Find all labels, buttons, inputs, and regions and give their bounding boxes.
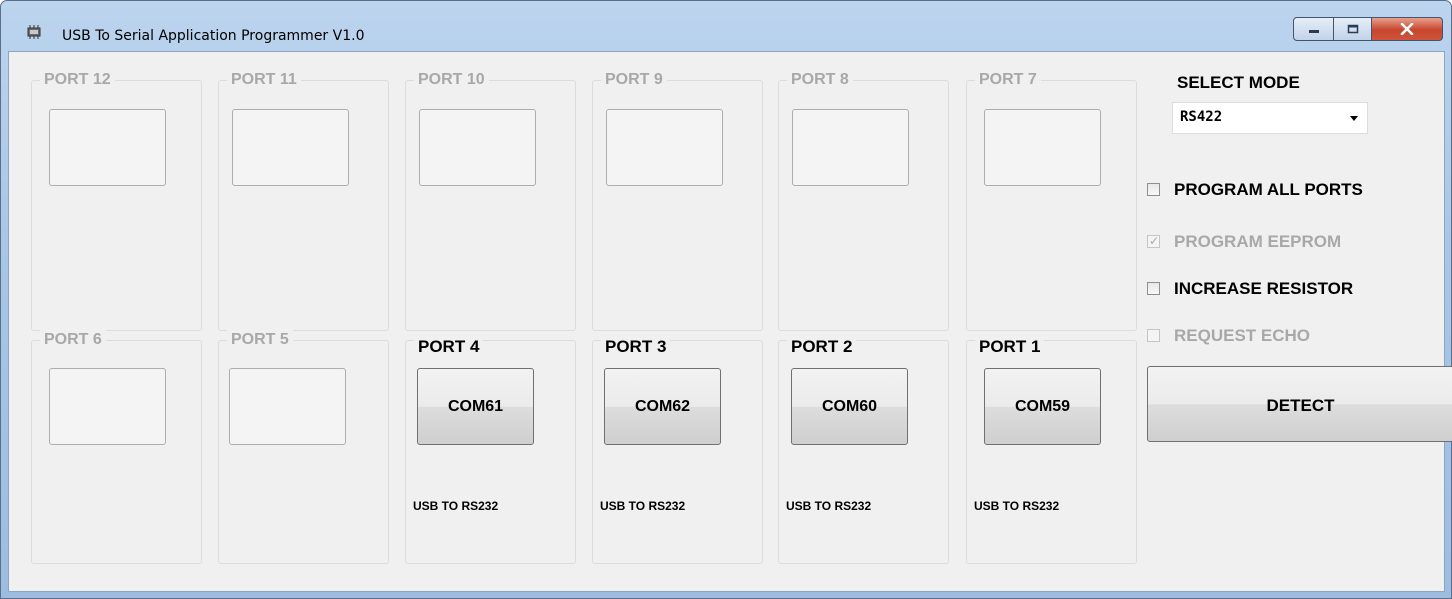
port-12-group: PORT 12 bbox=[31, 70, 202, 331]
port-3-com-button[interactable]: COM62 bbox=[604, 368, 721, 445]
port-5-label: PORT 5 bbox=[227, 330, 293, 350]
port-6-button bbox=[49, 368, 166, 445]
window-title: USB To Serial Application Programmer V1.… bbox=[62, 28, 365, 44]
port-3-label: PORT 3 bbox=[601, 337, 671, 357]
title-bar[interactable]: USB To Serial Application Programmer V1.… bbox=[1, 1, 1451, 51]
check-icon: ✓ bbox=[1149, 234, 1160, 248]
port-4-com-button[interactable]: COM61 bbox=[417, 368, 534, 445]
select-mode-label: SELECT MODE bbox=[1177, 73, 1300, 92]
app-window: USB To Serial Application Programmer V1.… bbox=[0, 0, 1452, 599]
port-8-button bbox=[792, 109, 909, 186]
mode-selected-value: RS422 bbox=[1180, 109, 1223, 125]
port-8-label: PORT 8 bbox=[787, 70, 853, 90]
port-11-label: PORT 11 bbox=[227, 70, 301, 90]
port-11-group: PORT 11 bbox=[218, 70, 389, 331]
port-1-label: PORT 1 bbox=[975, 337, 1045, 357]
port-1-com-button[interactable]: COM59 bbox=[984, 368, 1101, 445]
increase-resistor-box[interactable] bbox=[1147, 282, 1160, 295]
program-eeprom-label: PROGRAM EEPROM bbox=[1174, 232, 1342, 251]
app-chip-icon bbox=[27, 25, 41, 39]
port-9-group: PORT 9 bbox=[592, 70, 763, 331]
mode-dropdown[interactable]: RS422 bbox=[1172, 102, 1368, 134]
program-all-ports-label: PROGRAM ALL PORTS bbox=[1174, 180, 1363, 199]
port-12-button bbox=[49, 109, 166, 186]
port-2-label: PORT 2 bbox=[787, 337, 857, 357]
port-10-button bbox=[419, 109, 536, 186]
port-10-label: PORT 10 bbox=[414, 70, 489, 90]
port-12-label: PORT 12 bbox=[40, 70, 115, 90]
port-3-group: PORT 3 COM62 USB TO RS232 bbox=[592, 337, 763, 564]
detect-button[interactable]: DETECT bbox=[1147, 366, 1452, 442]
request-echo-label: REQUEST ECHO bbox=[1174, 326, 1311, 345]
increase-resistor-label: INCREASE RESISTOR bbox=[1174, 279, 1354, 298]
maximize-icon bbox=[1347, 24, 1358, 34]
port-5-group: PORT 5 bbox=[218, 330, 389, 564]
port-11-button bbox=[232, 109, 349, 186]
detect-label: DETECT bbox=[1266, 396, 1335, 415]
port-2-type: USB TO RS232 bbox=[786, 499, 872, 513]
port-1-type: USB TO RS232 bbox=[974, 499, 1060, 513]
minimize-button[interactable] bbox=[1293, 17, 1334, 41]
port-7-button bbox=[984, 109, 1101, 186]
maximize-button[interactable] bbox=[1334, 17, 1372, 41]
minimize-icon bbox=[1308, 30, 1319, 33]
program-eeprom-box: ✓ bbox=[1147, 234, 1160, 248]
main-panel: PORT 12 PORT 11 PORT 10 PORT 9 PORT 8 PO… bbox=[8, 51, 1452, 592]
port-8-group: PORT 8 bbox=[778, 70, 949, 331]
close-button[interactable] bbox=[1372, 17, 1443, 41]
port-4-group: PORT 4 COM61 USB TO RS232 bbox=[405, 337, 576, 564]
port-1-group: PORT 1 COM59 USB TO RS232 bbox=[966, 337, 1137, 564]
request-echo-box bbox=[1147, 329, 1160, 342]
port-2-com-button[interactable]: COM60 bbox=[791, 368, 908, 445]
program-all-ports-box[interactable] bbox=[1147, 183, 1160, 196]
port-6-label: PORT 6 bbox=[40, 330, 106, 350]
port-7-label: PORT 7 bbox=[975, 70, 1041, 90]
close-icon bbox=[1400, 23, 1414, 35]
chevron-down-icon bbox=[1350, 116, 1358, 121]
port-2-group: PORT 2 COM60 USB TO RS232 bbox=[778, 337, 949, 564]
port-4-label: PORT 4 bbox=[414, 337, 484, 357]
port-7-group: PORT 7 bbox=[966, 70, 1137, 331]
port-3-type: USB TO RS232 bbox=[600, 499, 686, 513]
caption-buttons bbox=[1293, 17, 1445, 43]
port-10-group: PORT 10 bbox=[405, 70, 576, 331]
port-5-button bbox=[229, 368, 346, 445]
port-9-button bbox=[606, 109, 723, 186]
port-4-type: USB TO RS232 bbox=[413, 499, 499, 513]
port-9-label: PORT 9 bbox=[601, 70, 667, 90]
port-6-group: PORT 6 bbox=[31, 330, 202, 564]
